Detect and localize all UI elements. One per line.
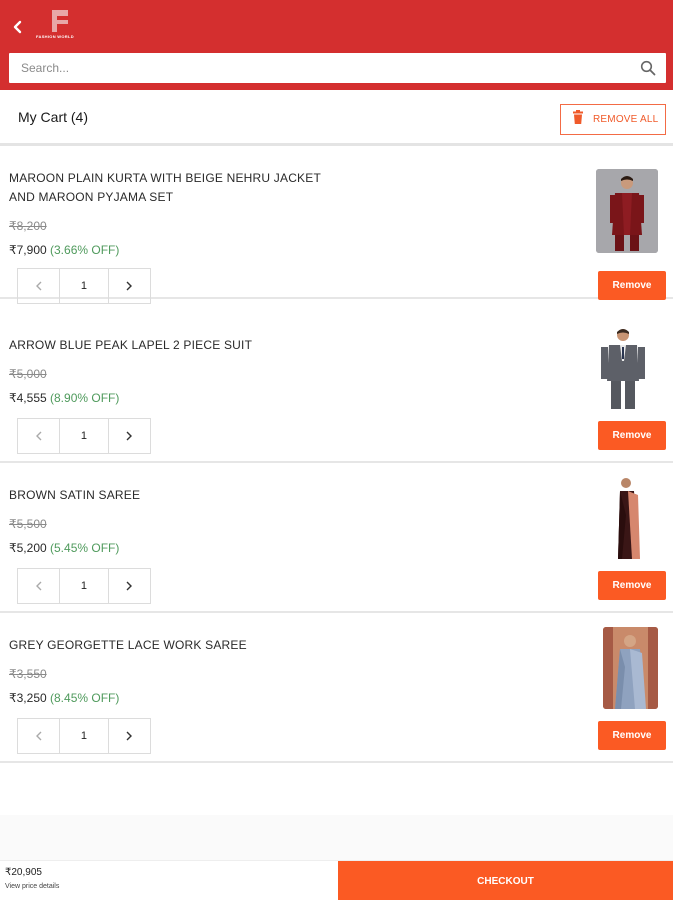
cart-header: My Cart (4) REMOVE ALL [0,90,673,146]
item-name[interactable]: GREY GEORGETTE LACE WORK SAREE [9,636,349,655]
grey-suit-image[interactable] [597,325,649,411]
quantity-value[interactable]: 1 [59,719,109,753]
logo-text: FASHION WORLD [36,34,74,39]
item-discount: (3.66% OFF) [50,243,120,257]
decrease-quantity-button[interactable] [18,719,59,753]
increase-quantity-button[interactable] [109,719,150,753]
item-price: ₹4,555 [9,391,47,405]
item-name[interactable]: ARROW BLUE PEAK LAPEL 2 PIECE SUIT [9,336,349,355]
search-bar[interactable] [9,53,666,83]
item-original-price: ₹5,000 [9,367,47,381]
item-price-line: ₹5,200 (5.45% OFF) [9,541,119,555]
quantity-stepper: 1 [17,268,151,304]
item-price: ₹3,250 [9,691,47,705]
logo-f-mark [52,10,68,32]
cart-total: ₹20,905 [5,867,42,878]
increase-quantity-button[interactable] [109,269,150,303]
item-discount: (8.45% OFF) [50,691,120,705]
chevron-right-icon [126,731,133,741]
cart-item: BROWN SATIN SAREE ₹5,500 ₹5,200 (5.45% O… [0,463,673,613]
grey-saree-image[interactable] [603,627,658,709]
cart-item: MAROON PLAIN KURTA WITH BEIGE NEHRU JACK… [0,149,673,304]
remove-item-button[interactable]: Remove [598,271,666,300]
decrease-quantity-button[interactable] [18,569,59,603]
item-original-price: ₹3,550 [9,667,47,681]
decrease-quantity-button[interactable] [18,269,59,303]
decrease-quantity-button[interactable] [18,419,59,453]
app-header: FASHION WORLD [0,0,673,90]
remove-item-button[interactable]: Remove [598,571,666,600]
item-discount: (8.90% OFF) [50,391,120,405]
quantity-value[interactable]: 1 [59,269,109,303]
chevron-left-icon [35,431,42,441]
checkout-button[interactable]: CHECKOUT [338,861,673,900]
chevron-right-icon [126,431,133,441]
search-input[interactable] [9,53,629,83]
item-price: ₹7,900 [9,243,47,257]
brand-logo[interactable]: FASHION WORLD [34,10,90,42]
item-original-price: ₹8,200 [9,219,47,233]
maroon-kurta-image[interactable] [596,169,658,253]
chevron-left-icon [35,731,42,741]
item-name[interactable]: MAROON PLAIN KURTA WITH BEIGE NEHRU JACK… [9,169,349,207]
remove-all-button[interactable]: REMOVE ALL [560,104,666,135]
chevron-left-icon [35,581,42,591]
quantity-value[interactable]: 1 [59,419,109,453]
remove-item-button[interactable]: Remove [598,421,666,450]
item-name[interactable]: BROWN SATIN SAREE [9,486,349,505]
back-arrow-icon[interactable] [8,16,28,38]
increase-quantity-button[interactable] [109,419,150,453]
remove-item-button[interactable]: Remove [598,721,666,750]
item-price: ₹5,200 [9,541,47,555]
quantity-value[interactable]: 1 [59,569,109,603]
chevron-right-icon [126,581,133,591]
empty-area-top [0,765,673,815]
chevron-left-icon [35,281,42,291]
cart-item: GREY GEORGETTE LACE WORK SAREE ₹3,550 ₹3… [0,613,673,763]
increase-quantity-button[interactable] [109,569,150,603]
item-price-line: ₹3,250 (8.45% OFF) [9,691,119,705]
item-price-line: ₹4,555 (8.90% OFF) [9,391,119,405]
cart-title: My Cart (4) [18,109,88,125]
cart-item: ARROW BLUE PEAK LAPEL 2 PIECE SUIT ₹5,00… [0,313,673,463]
quantity-stepper: 1 [17,418,151,454]
brown-saree-image[interactable] [612,475,644,561]
item-price-line: ₹7,900 (3.66% OFF) [9,243,119,257]
chevron-right-icon [126,281,133,291]
item-discount: (5.45% OFF) [50,541,120,555]
item-original-price: ₹5,500 [9,517,47,531]
trash-icon [573,110,583,129]
quantity-stepper: 1 [17,718,151,754]
remove-all-label: REMOVE ALL [593,114,659,125]
search-icon[interactable] [640,60,656,76]
checkout-footer: ₹20,905 View price details CHECKOUT [0,860,673,900]
quantity-stepper: 1 [17,568,151,604]
view-price-details-link[interactable]: View price details [5,883,59,890]
